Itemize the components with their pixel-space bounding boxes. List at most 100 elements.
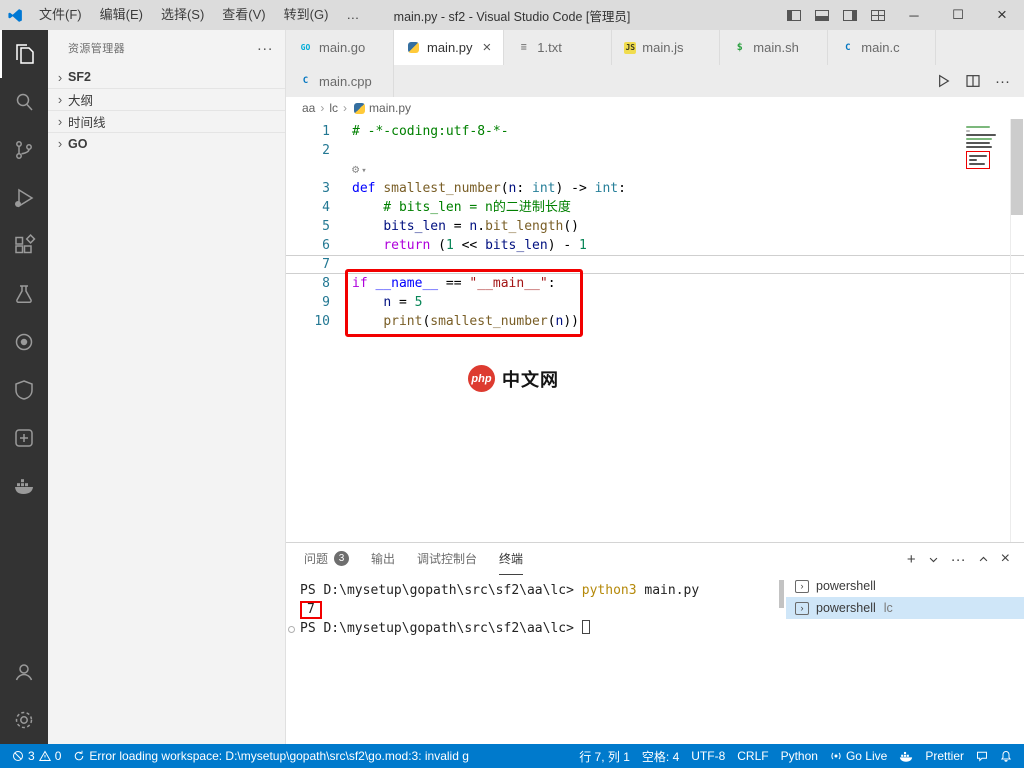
terminal-output[interactable]: PS D:\mysetup\gopath\src\sf2\aa\lc> pyth… bbox=[286, 575, 786, 744]
toggle-sidebar-icon[interactable] bbox=[780, 0, 808, 30]
eol-status[interactable]: CRLF bbox=[731, 744, 774, 768]
code-line[interactable]: 4 # bits_len = n的二进制长度 bbox=[286, 198, 1024, 217]
concentric-circles-icon[interactable] bbox=[0, 318, 48, 366]
source-control-icon[interactable] bbox=[0, 126, 48, 174]
line-number: 6 bbox=[322, 238, 330, 253]
menu-item[interactable]: 查看(V) bbox=[213, 0, 274, 30]
chevron-down-icon[interactable] bbox=[928, 554, 939, 565]
more-actions-icon[interactable]: ··· bbox=[951, 551, 966, 568]
panel-tab-终端[interactable]: 终端 bbox=[499, 543, 524, 575]
run-file-icon[interactable] bbox=[935, 73, 951, 89]
menu-item[interactable]: 文件(F) bbox=[30, 0, 91, 30]
sidebar-item-大纲[interactable]: › 大纲 bbox=[48, 88, 285, 110]
close-window-button[interactable]: × bbox=[980, 0, 1024, 30]
editor-tab-main.py[interactable]: main.py × bbox=[394, 30, 505, 65]
code-token: print bbox=[383, 314, 423, 329]
terminal-scrollbar-thumb[interactable] bbox=[779, 580, 784, 608]
code-line[interactable]: 5 bits_len = n.bit_length() bbox=[286, 217, 1024, 236]
code-line[interactable]: 10 print(smallest_number(n)) bbox=[286, 312, 1024, 331]
maximize-panel-icon[interactable] bbox=[978, 554, 989, 565]
editor-scrollbar-thumb[interactable] bbox=[1011, 119, 1023, 215]
editor-tab-1.txt[interactable]: ≡ 1.txt bbox=[504, 30, 613, 65]
minimap-red-box bbox=[966, 151, 990, 169]
code-line[interactable]: 2 bbox=[286, 141, 1024, 160]
menu-item[interactable]: 编辑(E) bbox=[91, 0, 152, 30]
breadcrumb-item[interactable]: main.py bbox=[369, 101, 411, 115]
language-mode-status[interactable]: Python bbox=[775, 744, 824, 768]
feedback-status[interactable] bbox=[970, 744, 994, 768]
toggle-panel-icon[interactable] bbox=[808, 0, 836, 30]
indentation-status[interactable]: 空格: 4 bbox=[636, 744, 685, 768]
close-panel-icon[interactable]: × bbox=[1001, 550, 1010, 568]
error-count: 3 bbox=[28, 749, 35, 763]
terminal-line: 7 bbox=[300, 601, 786, 620]
code-line[interactable]: 6 return (1 << bits_len) - 1 bbox=[286, 236, 1024, 255]
code-editor[interactable]: 1 # -*-coding:utf-8-*- 2 ⚙ ▾ 3 def smallest_nu… bbox=[286, 119, 1024, 542]
editor-tab-main.js[interactable]: JS main.js bbox=[612, 30, 721, 65]
code-text: # -*-coding:utf-8-*- bbox=[330, 122, 509, 141]
panel-tab-问题[interactable]: 问题 3 bbox=[304, 543, 350, 575]
code-token: 1 bbox=[579, 238, 587, 253]
sidebar-item-GO[interactable]: › GO bbox=[48, 132, 285, 154]
minimap[interactable] bbox=[966, 124, 1004, 169]
sidebar-item-SF2[interactable]: › SF2 bbox=[48, 66, 285, 88]
shield-icon[interactable] bbox=[0, 366, 48, 414]
terminal-list: › powershell › powershell lc bbox=[786, 575, 1024, 744]
docker-status[interactable] bbox=[893, 744, 919, 768]
code-line[interactable]: 7 bbox=[286, 255, 1024, 274]
problems-status[interactable]: 30 bbox=[6, 744, 67, 768]
search-icon[interactable] bbox=[0, 78, 48, 126]
notifications-status[interactable] bbox=[994, 744, 1018, 768]
account-icon[interactable] bbox=[0, 648, 48, 696]
maximize-button[interactable]: ☐ bbox=[936, 0, 980, 30]
menu-item[interactable]: … bbox=[337, 0, 368, 30]
bottom-panel: 问题 3 输出 调试控制台 终端 + ··· × PS D:\mysetup\gopat… bbox=[286, 542, 1024, 744]
sidebar-item-时间线[interactable]: › 时间线 bbox=[48, 110, 285, 132]
menu-item[interactable]: 选择(S) bbox=[152, 0, 213, 30]
run-debug-icon[interactable] bbox=[0, 174, 48, 222]
more-actions-icon[interactable]: ··· bbox=[995, 73, 1010, 90]
settings-gear-icon[interactable] bbox=[0, 696, 48, 744]
editor-tab-main.sh[interactable]: $ main.sh bbox=[720, 30, 829, 65]
panel-tab-输出[interactable]: 输出 bbox=[371, 543, 395, 575]
extensions-icon[interactable] bbox=[0, 222, 48, 270]
explorer-sidebar: 资源管理器 ··· › SF2 › 大纲 › 时间线 › GO bbox=[48, 30, 286, 744]
terminal-list-item[interactable]: › powershell bbox=[786, 575, 1024, 597]
explorer-icon[interactable] bbox=[0, 30, 48, 78]
docker-icon[interactable] bbox=[0, 462, 48, 510]
code-line[interactable]: 3 def smallest_number(n: int) -> int: bbox=[286, 179, 1024, 198]
menu-item[interactable]: 转到(G) bbox=[275, 0, 338, 30]
code-line[interactable]: 1 # -*-coding:utf-8-*- bbox=[286, 122, 1024, 141]
inline-settings-icon[interactable]: ⚙ ▾ bbox=[352, 162, 367, 176]
editor-scrollbar[interactable] bbox=[1010, 119, 1024, 542]
breadcrumb-item[interactable]: aa bbox=[302, 101, 315, 115]
panel-tab-调试控制台[interactable]: 调试控制台 bbox=[417, 543, 477, 575]
breadcrumb-item[interactable]: lc bbox=[329, 101, 338, 115]
terminal-list-item[interactable]: › powershell lc bbox=[786, 597, 1024, 619]
docker-icon bbox=[899, 751, 913, 762]
minimize-button[interactable]: ─ bbox=[892, 0, 936, 30]
editor-tab-main.cpp[interactable]: Cmain.cpp bbox=[286, 65, 394, 97]
test-beaker-icon[interactable] bbox=[0, 270, 48, 318]
customize-layout-icon[interactable] bbox=[864, 0, 892, 30]
toggle-secondary-sidebar-icon[interactable] bbox=[836, 0, 864, 30]
go-live-status[interactable]: Go Live bbox=[824, 744, 893, 768]
prettier-status[interactable]: Prettier bbox=[919, 744, 970, 768]
cursor-position-status[interactable]: 行 7, 列 1 bbox=[573, 744, 636, 768]
close-tab-icon[interactable]: × bbox=[483, 40, 492, 55]
code-line[interactable]: 8 if __name__ == "__main__": bbox=[286, 274, 1024, 293]
new-terminal-icon[interactable]: + bbox=[907, 551, 916, 568]
code-token: bits_len bbox=[485, 238, 548, 253]
split-editor-icon[interactable] bbox=[965, 73, 981, 89]
square-plus-icon[interactable] bbox=[0, 414, 48, 462]
more-actions-icon[interactable]: ··· bbox=[257, 40, 273, 57]
terminal-icon: › bbox=[795, 601, 809, 615]
code-token: = bbox=[391, 295, 415, 310]
workspace-error-status[interactable]: Error loading workspace: D:\mysetup\gopa… bbox=[67, 744, 475, 768]
encoding-status[interactable]: UTF-8 bbox=[685, 744, 731, 768]
editor-tab-main.go[interactable]: GO main.go bbox=[286, 30, 394, 65]
editor-tab-main.c[interactable]: Cmain.c bbox=[828, 30, 937, 65]
codelens-row[interactable]: ⚙ ▾ bbox=[286, 160, 1024, 179]
code-line[interactable]: 9 n = 5 bbox=[286, 293, 1024, 312]
